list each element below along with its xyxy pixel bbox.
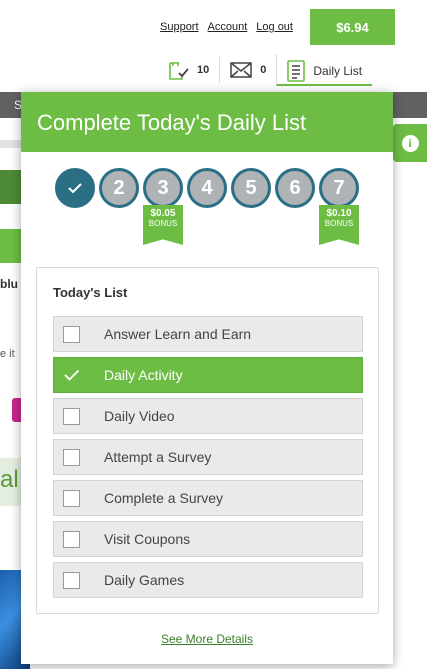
checkbox[interactable] [63, 367, 80, 384]
polls-status[interactable]: 10 [157, 57, 219, 83]
bonus-label: BONUS [324, 219, 354, 228]
checkbox[interactable] [63, 325, 80, 343]
checkmark-icon [68, 183, 82, 194]
task-item[interactable]: Answer Learn and Earn [53, 316, 363, 352]
messages-status[interactable]: 0 [219, 57, 276, 83]
popup-title: Complete Today's Daily List [21, 92, 393, 152]
info-icon: i [401, 134, 419, 152]
polls-count: 10 [197, 64, 210, 76]
step-label: 3 [157, 176, 169, 199]
messages-count: 0 [260, 64, 267, 76]
checkbox[interactable] [63, 489, 80, 507]
envelope-icon [230, 62, 252, 78]
task-item[interactable]: Complete a Survey [53, 480, 363, 516]
step-4: 4 [187, 168, 227, 208]
step-2: 2 [99, 168, 139, 208]
task-label: Visit Coupons [104, 531, 191, 547]
task-item[interactable]: Visit Coupons [53, 521, 363, 557]
task-label: Complete a Survey [104, 490, 224, 506]
step-6: 6 [275, 168, 315, 208]
step-label: 2 [113, 176, 125, 199]
balance-button[interactable]: $6.94 [310, 9, 395, 45]
poll-check-icon [167, 59, 189, 81]
daily-list-icon [287, 59, 306, 82]
step-1 [55, 168, 95, 208]
header-links: Support Account Log out [160, 21, 293, 33]
task-label: Answer Learn and Earn [104, 326, 252, 342]
checkbox[interactable] [63, 530, 80, 548]
status-bar: 10 0 Daily List [157, 54, 373, 86]
progress-steps: 2 3 $0.05 BONUS 4 5 6 7 $0.10 BONUS [21, 168, 393, 248]
task-label: Attempt a Survey [104, 449, 212, 465]
task-item[interactable]: Daily Video [53, 398, 363, 434]
step-label: 7 [333, 176, 345, 199]
step-3: 3 [143, 168, 183, 208]
todays-list: Today's List Answer Learn and Earn Daily… [36, 267, 379, 614]
site-text-fragment: blu [0, 277, 18, 291]
task-list: Answer Learn and Earn Daily Activity Dai… [53, 316, 363, 603]
task-label: Daily Activity [104, 367, 183, 383]
see-more-details-link[interactable]: See More Details [21, 632, 393, 646]
task-item[interactable]: Daily Games [53, 562, 363, 598]
task-label: Daily Video [104, 408, 175, 424]
site-text-fragment: e it [0, 348, 15, 360]
bonus-amount: $0.05 [150, 208, 176, 219]
site-banner-text: al [0, 466, 19, 493]
task-label: Daily Games [104, 572, 185, 588]
list-heading: Today's List [53, 285, 128, 300]
checkbox[interactable] [63, 448, 80, 466]
checkbox[interactable] [63, 571, 80, 589]
bonus-label: BONUS [148, 219, 178, 228]
account-link[interactable]: Account [208, 21, 248, 33]
step-label: 5 [245, 176, 257, 199]
task-item[interactable]: Attempt a Survey [53, 439, 363, 475]
task-item[interactable]: Daily Activity [53, 357, 363, 393]
step-label: 4 [201, 176, 213, 199]
info-tab[interactable]: i [393, 124, 427, 162]
checkbox[interactable] [63, 407, 80, 425]
bonus-ribbon: $0.05 BONUS [143, 205, 183, 245]
bonus-amount: $0.10 [326, 208, 352, 219]
step-label: 6 [289, 176, 301, 199]
daily-list-popup: Complete Today's Daily List 2 3 $0.05 BO… [21, 92, 393, 664]
step-5: 5 [231, 168, 271, 208]
daily-list-label: Daily List [313, 63, 363, 78]
checkmark-icon [63, 369, 79, 381]
step-7: 7 [319, 168, 359, 208]
bonus-ribbon: $0.10 BONUS [319, 205, 359, 245]
page: S blu e it al i Support Account Log out … [0, 0, 427, 669]
logout-link[interactable]: Log out [256, 21, 293, 33]
support-link[interactable]: Support [160, 21, 199, 33]
daily-list-tab[interactable]: Daily List [276, 54, 373, 86]
